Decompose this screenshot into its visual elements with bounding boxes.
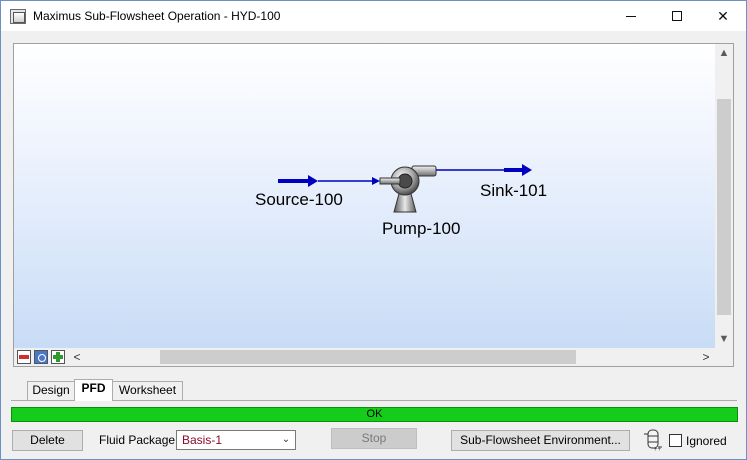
ignored-checkbox[interactable] (669, 434, 682, 447)
zoom-out-icon[interactable] (17, 350, 31, 364)
maximize-icon (672, 11, 682, 21)
pump-100-icon[interactable] (379, 165, 437, 213)
horizontal-scrollbar[interactable]: < > (68, 348, 715, 366)
pump-100-label[interactable]: Pump-100 (382, 219, 460, 239)
fluid-package-label: Fluid Package (99, 433, 176, 447)
close-button[interactable]: ✕ (700, 1, 746, 31)
tab-strip-border (11, 400, 737, 401)
scroll-left-icon[interactable]: < (68, 348, 86, 366)
source-100-arrow[interactable] (278, 175, 318, 187)
ignored-label: Ignored (686, 434, 727, 448)
window-title: Maximus Sub-Flowsheet Operation - HYD-10… (33, 9, 281, 23)
maximize-button[interactable] (654, 1, 700, 31)
status-bar: OK (11, 407, 738, 422)
close-icon: ✕ (717, 8, 729, 24)
sink-101-label[interactable]: Sink-101 (480, 181, 547, 201)
sub-flowsheet-environment-button[interactable]: Sub-Flowsheet Environment... (451, 430, 630, 451)
scroll-down-icon[interactable]: ▼ (715, 330, 733, 348)
application-icon (10, 9, 26, 24)
scroll-up-icon[interactable]: ▲ (715, 44, 733, 62)
zoom-fit-icon[interactable] (34, 350, 48, 364)
horizontal-scroll-thumb[interactable] (160, 350, 576, 364)
vertical-scroll-thumb[interactable] (717, 99, 731, 315)
pfd-canvas[interactable]: Source-100 Pump-100 Sink-101 (14, 44, 715, 348)
zoom-in-icon[interactable] (51, 350, 65, 364)
minimize-button[interactable] (608, 1, 654, 31)
vertical-scrollbar[interactable]: ▲ ▼ (715, 44, 733, 348)
delete-button[interactable]: Delete (12, 430, 83, 451)
pfd-drawing (278, 164, 532, 213)
source-100-label[interactable]: Source-100 (255, 190, 343, 210)
scroll-right-icon[interactable]: > (697, 348, 715, 366)
chevron-down-icon[interactable]: ⌄ (279, 432, 293, 448)
minimize-icon (626, 16, 636, 17)
scrollbar-corner (715, 348, 733, 366)
tab-design[interactable]: Design (27, 381, 75, 400)
sub-flowsheet-window: Maximus Sub-Flowsheet Operation - HYD-10… (0, 0, 747, 460)
feed-stream-line[interactable] (318, 177, 380, 185)
fluid-package-value: Basis-1 (182, 433, 223, 447)
stop-button[interactable]: Stop (331, 428, 417, 449)
sink-101-arrow[interactable] (504, 164, 532, 176)
title-bar[interactable]: Maximus Sub-Flowsheet Operation - HYD-10… (1, 1, 746, 31)
column-object-icon[interactable]: ++ (643, 428, 663, 452)
svg-text:++: ++ (654, 447, 662, 452)
pfd-canvas-frame: Source-100 Pump-100 Sink-101 ▲ ▼ < > (13, 43, 734, 367)
tab-pfd[interactable]: PFD (74, 379, 113, 401)
fluid-package-select[interactable]: Basis-1 ⌄ (176, 430, 296, 450)
tab-worksheet[interactable]: Worksheet (112, 381, 183, 400)
